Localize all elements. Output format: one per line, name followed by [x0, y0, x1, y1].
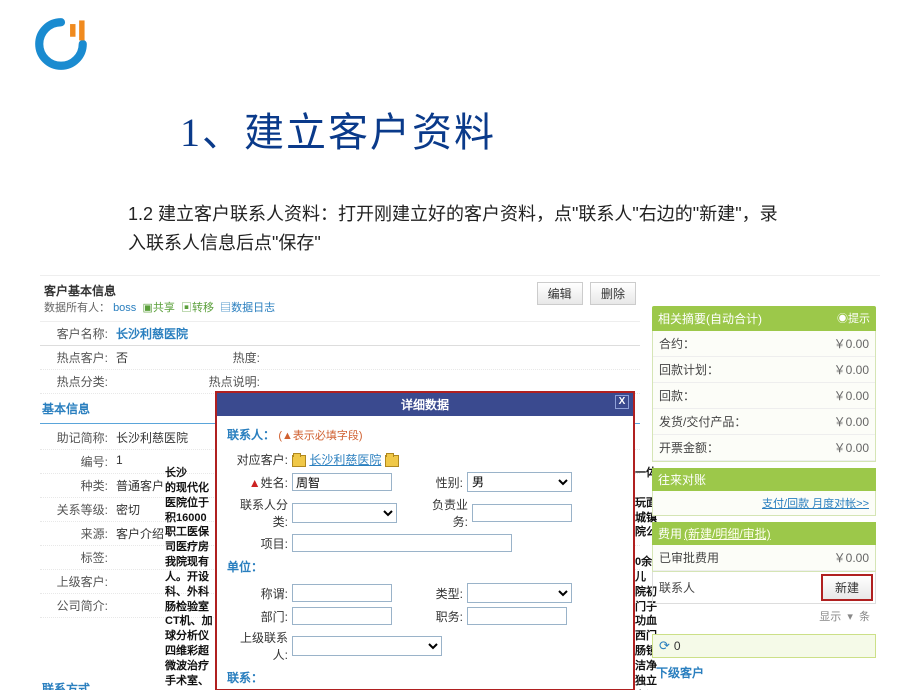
transfer-link[interactable]: ▣转移	[181, 302, 214, 314]
gender-select[interactable]: 男	[467, 472, 572, 492]
delete-button[interactable]: 删除	[590, 282, 636, 305]
hot-cat-label: 热点分类:	[40, 370, 112, 393]
close-icon[interactable]: X	[615, 395, 629, 409]
page-subtitle: 1.2 建立客户联系人资料：打开刚建立好的客户资料，点"联系人"右边的"新建"，…	[128, 200, 778, 258]
hot-desc-label: 热点说明:	[192, 370, 264, 393]
profile-fragment-left: 长沙 的现代化 医院位于 积16000 职工医保 司医疗房 我院现有 人。开设 …	[40, 466, 215, 686]
refresh-icon: ⟳	[659, 638, 670, 654]
edit-button[interactable]: 编辑	[537, 282, 583, 305]
folder-icon[interactable]	[385, 455, 399, 467]
customer-name-label: 客户名称:	[40, 322, 112, 345]
app-screenshot: 客户基本信息 编辑 删除 数据所有人： boss ▣共享 ▣转移 ▤数据日志 客…	[40, 275, 880, 690]
hot-label: 热点客户:	[40, 346, 112, 369]
tip-icon[interactable]: ◉提示	[837, 310, 870, 326]
name-input[interactable]	[292, 473, 392, 491]
share-link[interactable]: ▣共享	[142, 302, 174, 314]
owner-name[interactable]: boss	[113, 302, 136, 314]
contact-category-select[interactable]	[292, 503, 397, 523]
customer-name: 长沙利慈医院	[112, 322, 640, 345]
detail-dialog: 详细数据 X 联系人： (▲表示必填字段) 对应客户: 长沙利慈医院	[215, 391, 635, 690]
page-title: 1、建立客户资料	[180, 100, 496, 158]
fee-header: 费用(新建/明细/审批)	[652, 522, 876, 545]
sub-customer-label[interactable]: 下级客户	[652, 658, 876, 687]
required-note: (▲表示必填字段)	[278, 430, 362, 442]
project-input[interactable]	[292, 534, 512, 552]
comm-section: 联系：	[227, 665, 623, 690]
folder-icon[interactable]	[292, 455, 306, 467]
unit-section: 单位：	[227, 554, 623, 581]
title-input[interactable]	[292, 584, 392, 602]
contact-section: 联系人：	[227, 428, 275, 442]
refresh-count: 0	[674, 639, 681, 653]
summary-panel-header: 相关摘要(自动合计) ◉提示	[652, 306, 876, 331]
job-input[interactable]	[467, 607, 567, 625]
new-contact-button[interactable]: 新建	[821, 574, 873, 601]
reconcile-link[interactable]: 支付/回款 月度对帐>>	[653, 491, 875, 515]
customer-link[interactable]: 长沙利慈医院	[309, 453, 381, 467]
hot-value: 否	[112, 346, 192, 369]
owner-prefix: 数据所有人：	[44, 302, 110, 314]
contact-mode-section: 联系方式	[40, 676, 92, 690]
supervisor-select[interactable]	[292, 636, 442, 656]
dept-input[interactable]	[292, 607, 392, 625]
log-link[interactable]: ▤数据日志	[220, 302, 275, 314]
dialog-title: 详细数据 X	[217, 393, 633, 416]
type-select[interactable]	[467, 583, 572, 603]
logo	[30, 15, 92, 73]
contact-label: 联系人	[653, 574, 701, 601]
basic-info-title: 客户基本信息	[44, 284, 116, 298]
biz-input[interactable]	[472, 504, 572, 522]
fee-links[interactable]: (新建/明细/审批)	[684, 527, 771, 541]
reconcile-header: 往来对账	[652, 468, 876, 491]
heat-label: 热度:	[192, 346, 264, 369]
refresh-row[interactable]: ⟳ 0	[652, 634, 876, 658]
